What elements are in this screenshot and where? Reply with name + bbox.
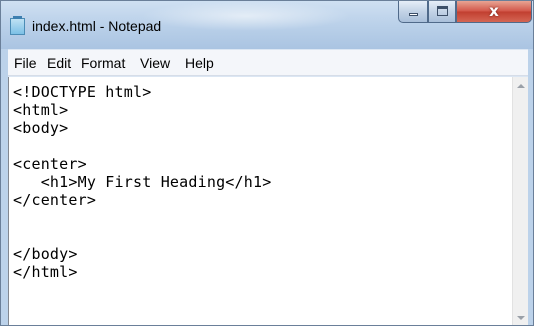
editor-line: <html> [13, 101, 69, 119]
editor-line: </html> [13, 263, 78, 281]
editor-line: <!DOCTYPE html> [13, 83, 152, 101]
editor-line: <h1>My First Heading</h1> [13, 173, 272, 191]
close-icon: x [489, 2, 499, 20]
menu-file[interactable]: File [14, 55, 37, 71]
window-title: index.html - Notepad [32, 18, 162, 34]
maximize-icon [437, 6, 448, 16]
menu-view[interactable]: View [140, 55, 170, 71]
notepad-window: index.html - Notepad x File Edit Format … [0, 0, 534, 326]
notepad-icon[interactable] [10, 16, 25, 35]
scroll-down-arrow-icon[interactable] [513, 310, 529, 325]
title-bar[interactable]: index.html - Notepad x [1, 1, 533, 49]
text-editor-area[interactable]: <!DOCTYPE html> <html> <body> <center> <… [8, 77, 512, 325]
minimize-icon [409, 13, 418, 16]
menu-format[interactable]: Format [81, 55, 125, 71]
menu-help[interactable]: Help [185, 55, 214, 71]
menu-edit[interactable]: Edit [47, 55, 71, 71]
close-button[interactable]: x [456, 1, 532, 23]
maximize-button[interactable] [428, 1, 456, 23]
editor-line: </body> [13, 245, 78, 263]
menu-bar: File Edit Format View Help [8, 50, 528, 76]
title-bar-glow [141, 1, 351, 31]
minimize-button[interactable] [398, 1, 428, 23]
editor-line: </center> [13, 191, 97, 209]
scroll-up-arrow-icon[interactable] [513, 77, 529, 94]
editor-line: <body> [13, 119, 69, 137]
vertical-scrollbar[interactable] [512, 77, 529, 325]
window-frame-left [1, 49, 8, 325]
editor-line: <center> [13, 155, 87, 173]
